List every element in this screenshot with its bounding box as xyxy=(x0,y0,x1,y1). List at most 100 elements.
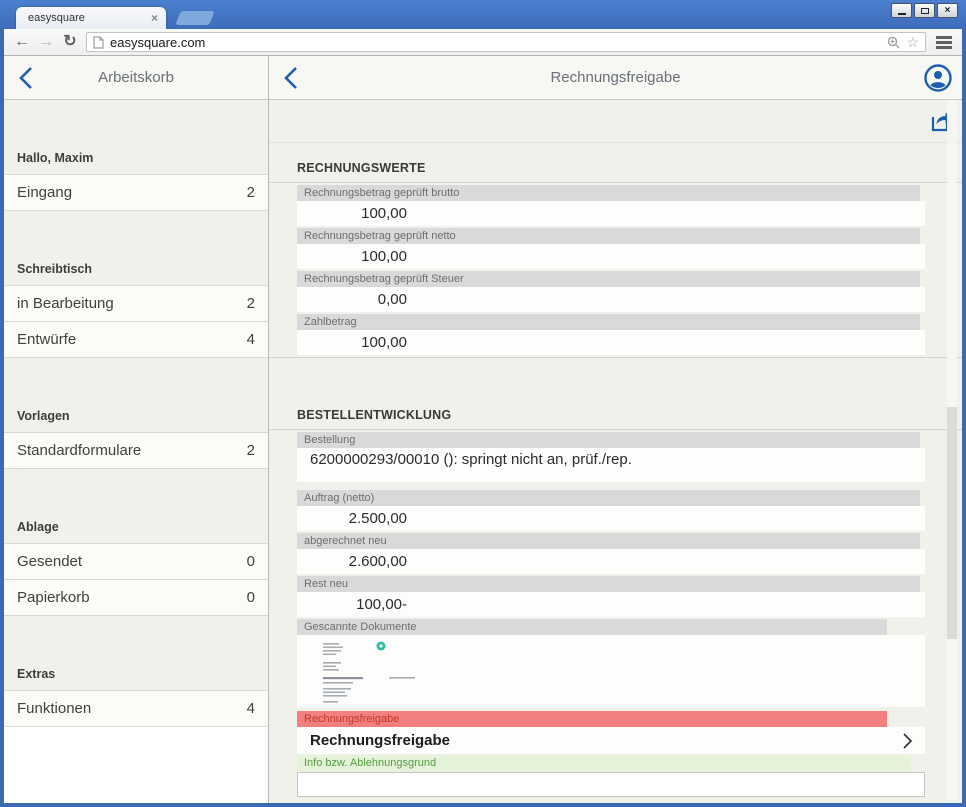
field-label-info: Info bzw. Ablehnungsgrund xyxy=(297,755,911,771)
field-label: Rechnungsbetrag geprüft netto xyxy=(297,228,920,244)
action-toolbar xyxy=(269,100,962,143)
sidebar-item-label: Funktionen xyxy=(17,700,91,717)
reload-icon[interactable]: ↻ xyxy=(58,32,82,52)
sidebar-section-extras: Extras xyxy=(4,646,268,690)
item-count-badge: 4 xyxy=(247,331,255,348)
picker-value: Rechnungsfreigabe xyxy=(310,732,450,749)
sidebar-item-papierkorb[interactable]: Papierkorb 0 xyxy=(4,579,268,615)
field-value: 100,00 xyxy=(297,330,925,355)
sidebar-item-label: Standardformulare xyxy=(17,442,141,459)
scrollbar-thumb[interactable] xyxy=(947,407,957,639)
detail-panel: Rechnungsfreigabe xyxy=(269,56,962,803)
field-abgerechnet-neu: abgerechnet neu 2.600,00 xyxy=(297,533,925,574)
field-label: abgerechnet neu xyxy=(297,533,920,549)
detail-header: Rechnungsfreigabe xyxy=(269,56,962,100)
sidebar-title: Arbeitskorb xyxy=(4,56,268,99)
item-count-badge: 0 xyxy=(247,553,255,570)
rechnungswerte-fields: Rechnungsbetrag geprüft brutto 100,00 Re… xyxy=(297,183,925,355)
scanned-document-thumbnail[interactable] xyxy=(307,638,477,704)
sidebar: Arbeitskorb Hallo, Maxim Eingang 2 Schre… xyxy=(4,56,269,803)
sidebar-header: Arbeitskorb xyxy=(4,56,268,100)
sidebar-section-vorlagen: Vorlagen xyxy=(4,388,268,432)
field-gescannte-dokumente: Gescannte Dokumente xyxy=(297,619,925,707)
item-count-badge: 2 xyxy=(247,442,255,459)
browser-window: easysquare × × ← → ↻ easysquare.com ☆ xyxy=(0,0,966,807)
forward-icon[interactable]: → xyxy=(34,32,58,52)
browser-toolbar: ← → ↻ easysquare.com ☆ xyxy=(4,29,962,56)
sidebar-item-eingang[interactable]: Eingang 2 xyxy=(4,174,268,210)
field-label: Rechnungsbetrag geprüft Steuer xyxy=(297,271,920,287)
field-auftrag-netto: Auftrag (netto) 2.500,00 xyxy=(297,490,925,531)
section-divider xyxy=(269,357,962,358)
sidebar-item-label: Entwürfe xyxy=(17,331,76,348)
field-rechnungsfreigabe: Rechnungsfreigabe Rechnungsfreigabe xyxy=(297,711,925,754)
sidebar-item-label: in Bearbeitung xyxy=(17,295,114,312)
section-title-rechnungswerte: RECHNUNGSWERTE xyxy=(269,143,962,183)
zoom-icon[interactable] xyxy=(887,36,900,49)
field-label-error: Rechnungsfreigabe xyxy=(297,711,887,727)
chevron-right-icon xyxy=(901,732,913,750)
url-text: easysquare.com xyxy=(110,35,887,50)
field-value: 2.500,00 xyxy=(297,506,925,531)
browser-menu-icon[interactable] xyxy=(936,36,952,48)
new-tab-button[interactable] xyxy=(175,11,215,25)
sidebar-empty-area xyxy=(4,727,268,803)
back-icon[interactable]: ← xyxy=(10,32,34,52)
maximize-button[interactable] xyxy=(914,3,935,18)
field-zahlbetrag: Zahlbetrag 100,00 xyxy=(297,314,925,355)
item-count-badge: 2 xyxy=(247,295,255,312)
field-label: Auftrag (netto) xyxy=(297,490,920,506)
minimize-icon xyxy=(898,13,906,15)
scrollbar-track[interactable] xyxy=(947,100,957,801)
window-frame: ← → ↻ easysquare.com ☆ xyxy=(0,29,966,807)
browser-titlebar: easysquare × × xyxy=(0,0,966,29)
field-bestellung: Bestellung 6200000293/00010 (): springt … xyxy=(297,432,925,482)
sidebar-section-schreibtisch: Schreibtisch xyxy=(4,241,268,285)
section-title-bestellentwicklung: BESTELLENTWICKLUNG xyxy=(269,390,962,430)
sidebar-item-standardformulare[interactable]: Standardformulare 2 xyxy=(4,432,268,468)
field-label: Zahlbetrag xyxy=(297,314,920,330)
field-steuer: Rechnungsbetrag geprüft Steuer 0,00 xyxy=(297,271,925,312)
sidebar-item-funktionen[interactable]: Funktionen 4 xyxy=(4,690,268,726)
profile-button[interactable] xyxy=(924,64,952,92)
item-count-badge: 2 xyxy=(247,184,255,201)
maximize-icon xyxy=(921,8,929,14)
easysquare-app: Arbeitskorb Hallo, Maxim Eingang 2 Schre… xyxy=(4,56,962,803)
field-value: 100,00 xyxy=(297,201,925,226)
detail-title: Rechnungsfreigabe xyxy=(269,56,962,99)
field-netto: Rechnungsbetrag geprüft netto 100,00 xyxy=(297,228,925,269)
field-label: Rechnungsbetrag geprüft brutto xyxy=(297,185,920,201)
window-controls: × xyxy=(891,3,958,18)
field-rest-neu: Rest neu 100,00- xyxy=(297,576,925,617)
field-value: 0,00 xyxy=(297,287,925,312)
sidebar-section-greeting: Hallo, Maxim xyxy=(4,130,268,174)
sidebar-item-entwuerfe[interactable]: Entwürfe 4 xyxy=(4,321,268,357)
rechnungsfreigabe-picker[interactable]: Rechnungsfreigabe xyxy=(297,727,925,754)
sidebar-section-ablage: Ablage xyxy=(4,499,268,543)
field-value: 100,00- xyxy=(297,592,925,617)
page-icon xyxy=(93,36,104,49)
bestellentwicklung-fields: Bestellung 6200000293/00010 (): springt … xyxy=(297,430,925,797)
sidebar-item-label: Eingang xyxy=(17,184,72,201)
field-value: 100,00 xyxy=(297,244,925,269)
close-button[interactable]: × xyxy=(937,3,958,18)
tab-close-icon[interactable]: × xyxy=(151,12,158,24)
scanned-documents-area xyxy=(297,635,925,707)
field-value: 2.600,00 xyxy=(297,549,925,574)
minimize-button[interactable] xyxy=(891,3,912,18)
ablehnungsgrund-input[interactable] xyxy=(297,772,925,797)
field-value: 6200000293/00010 (): springt nicht an, p… xyxy=(297,448,925,482)
item-count-badge: 4 xyxy=(247,700,255,717)
sidebar-item-gesendet[interactable]: Gesendet 0 xyxy=(4,543,268,579)
field-label: Gescannte Dokumente xyxy=(297,619,887,635)
address-bar[interactable]: easysquare.com ☆ xyxy=(86,32,926,52)
bookmark-star-icon[interactable]: ☆ xyxy=(906,35,919,49)
item-count-badge: 0 xyxy=(247,589,255,606)
field-info-ablehnungsgrund: Info bzw. Ablehnungsgrund xyxy=(297,755,925,797)
sidebar-item-label: Papierkorb xyxy=(17,589,90,606)
browser-tab[interactable]: easysquare × xyxy=(16,7,166,29)
field-label: Bestellung xyxy=(297,432,920,448)
user-icon xyxy=(924,64,952,92)
sidebar-item-label: Gesendet xyxy=(17,553,82,570)
sidebar-item-in-bearbeitung[interactable]: in Bearbeitung 2 xyxy=(4,285,268,321)
